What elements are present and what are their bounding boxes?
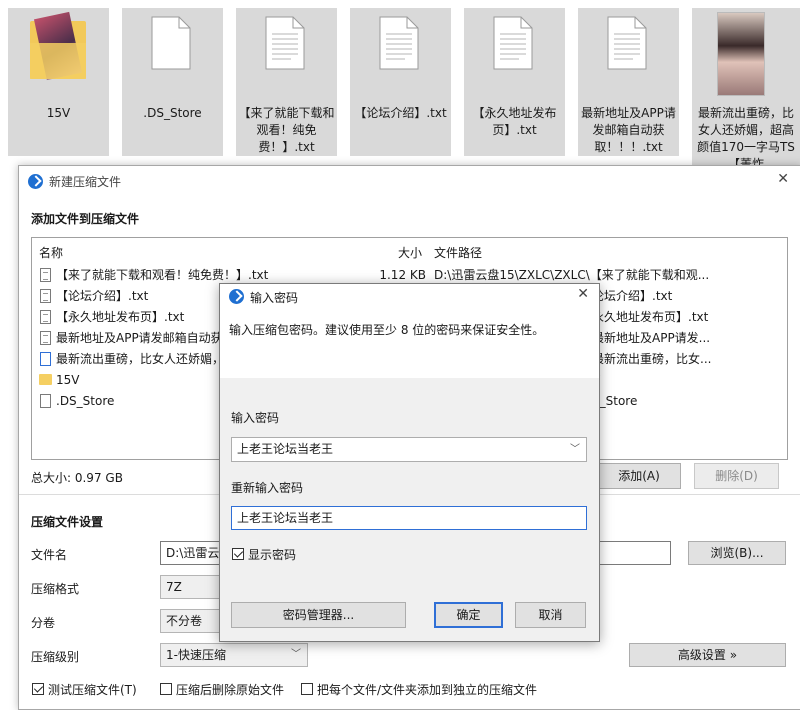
advanced-settings-button[interactable]: 高级设置 » <box>629 643 786 667</box>
column-header-path[interactable]: 文件路径 <box>434 244 482 261</box>
add-button[interactable]: 添加(A) <box>597 463 681 489</box>
total-size: 总大小: 0.97 GB <box>31 471 123 485</box>
password-input[interactable]: 上老王论坛当老王 ﹀ <box>231 437 587 462</box>
desktop-file-label: 最新地址及APP请发邮箱自动获取！！！.txt <box>581 106 676 154</box>
app-logo-icon <box>28 174 43 189</box>
text-file-icon <box>379 16 419 70</box>
delete-original-label: 压缩后删除原始文件 <box>176 683 285 697</box>
window-title: 新建压缩文件 <box>49 175 122 189</box>
dialog-title: 输入密码 <box>250 291 299 305</box>
volume-label: 分卷 <box>31 616 56 630</box>
column-header-size[interactable]: 大小 <box>398 244 422 261</box>
file-name: 【永久地址发布页】.txt <box>56 310 185 324</box>
text-file-icon <box>607 16 647 70</box>
desktop-file-tile[interactable]: 【永久地址发布页】.txt <box>464 8 565 156</box>
desktop-file-label: 【永久地址发布页】.txt <box>472 106 557 137</box>
file-size: 1.12 KB <box>379 268 426 282</box>
file-name: 15V <box>56 373 80 387</box>
file-name: 【来了就能下载和观看！纯免费！】.txt <box>56 268 269 282</box>
file-path: 永久地址发布页】.txt <box>592 310 709 324</box>
test-archive-checkbox[interactable] <box>32 683 44 695</box>
desktop-file-label: 最新流出重磅，比女人还娇媚，超高颜值170一字马TS【菁炸 <box>697 106 795 165</box>
show-password-checkbox[interactable] <box>232 548 244 560</box>
blank-file-icon <box>151 16 191 70</box>
repeat-password-label: 重新输入密码 <box>231 481 304 495</box>
file-path: 最新流出重磅，比女... <box>592 352 712 366</box>
password-manager-button[interactable]: 密码管理器... <box>231 602 406 628</box>
add-files-section-title: 添加文件到压缩文件 <box>31 212 140 226</box>
video-thumbnail-image <box>717 12 765 96</box>
password-dialog: 输入密码 ✕ 输入压缩包密码。建议使用至少 8 位的密码来保证安全性。 输入密码… <box>219 283 600 642</box>
ok-button[interactable]: 确定 <box>434 602 503 628</box>
desktop-file-tile[interactable]: 最新地址及APP请发邮箱自动获取！！！.txt <box>578 8 679 156</box>
file-name: 最新地址及APP请发邮箱自动获 <box>56 331 223 345</box>
text-file-icon <box>40 268 51 282</box>
file-path: 论坛介绍】.txt <box>592 289 673 303</box>
desktop-file-label: 【来了就能下载和观看！纯免费！】.txt <box>238 106 335 154</box>
separate-archives-checkbox[interactable] <box>301 683 313 695</box>
delete-button[interactable]: 删除(D) <box>694 463 779 489</box>
password-hint: 输入压缩包密码。建议使用至少 8 位的密码来保证安全性。 <box>229 323 545 337</box>
app-logo-icon <box>229 289 244 304</box>
level-select[interactable]: 1-快速压缩 ﹀ <box>160 643 308 667</box>
close-icon[interactable]: ✕ <box>777 171 789 187</box>
file-name: .DS_Store <box>56 394 115 408</box>
level-label: 压缩级别 <box>31 650 80 664</box>
desktop-file-tile[interactable]: 【来了就能下载和观看！纯免费！】.txt <box>236 8 337 156</box>
media-file-icon <box>40 352 51 366</box>
text-file-icon <box>493 16 533 70</box>
show-password-label: 显示密码 <box>248 548 297 562</box>
close-icon[interactable]: ✕ <box>577 286 589 302</box>
blank-file-icon <box>40 394 51 408</box>
password-label: 输入密码 <box>231 411 280 425</box>
desktop-file-tile[interactable]: 最新流出重磅，比女人还娇媚，超高颜值170一字马TS【菁炸 <box>692 8 800 165</box>
desktop-file-label: 15V <box>46 106 71 120</box>
file-row[interactable]: 【来了就能下载和观看！纯免费！】.txt 1.12 KB D:\迅雷云盘15\ZXL… <box>32 265 787 285</box>
folder-icon <box>39 374 52 385</box>
chevron-down-icon[interactable]: ﹀ <box>570 438 580 461</box>
text-file-icon <box>40 310 51 324</box>
chevron-down-icon: ﹀ <box>291 649 301 660</box>
text-file-icon <box>265 16 305 70</box>
settings-section-title: 压缩文件设置 <box>31 515 104 529</box>
text-file-icon <box>40 331 51 345</box>
desktop-file-tile[interactable]: 15V <box>8 8 109 156</box>
desktop-file-label: 【论坛介绍】.txt <box>354 106 447 120</box>
separate-archives-label: 把每个文件/文件夹添加到独立的压缩文件 <box>317 683 538 697</box>
desktop-file-label: .DS_Store <box>143 106 202 120</box>
password-value: 上老王论坛当老王 <box>237 442 334 456</box>
column-header-name[interactable]: 名称 <box>39 244 63 261</box>
delete-original-checkbox[interactable] <box>160 683 172 695</box>
file-path: 最新地址及APP请发... <box>592 331 711 345</box>
folder-icon <box>30 11 86 81</box>
desktop-file-tile[interactable]: 【论坛介绍】.txt <box>350 8 451 156</box>
format-label: 压缩格式 <box>31 582 80 596</box>
level-value: 1-快速压缩 <box>166 648 226 662</box>
test-archive-label: 测试压缩文件(T) <box>48 683 137 697</box>
text-file-icon <box>40 289 51 303</box>
cancel-button[interactable]: 取消 <box>515 602 586 628</box>
file-name: 最新流出重磅，比女人还娇媚， <box>56 352 225 366</box>
browse-button[interactable]: 浏览(B)... <box>688 541 786 565</box>
filename-label: 文件名 <box>31 548 68 562</box>
desktop-file-tile[interactable]: .DS_Store <box>122 8 223 156</box>
file-name: 【论坛介绍】.txt <box>56 289 149 303</box>
file-path: D:\迅雷云盘15\ZXLC\ZXLC\【来了就能下载和观... <box>434 268 710 282</box>
repeat-password-input[interactable]: 上老王论坛当老王 <box>231 506 587 530</box>
